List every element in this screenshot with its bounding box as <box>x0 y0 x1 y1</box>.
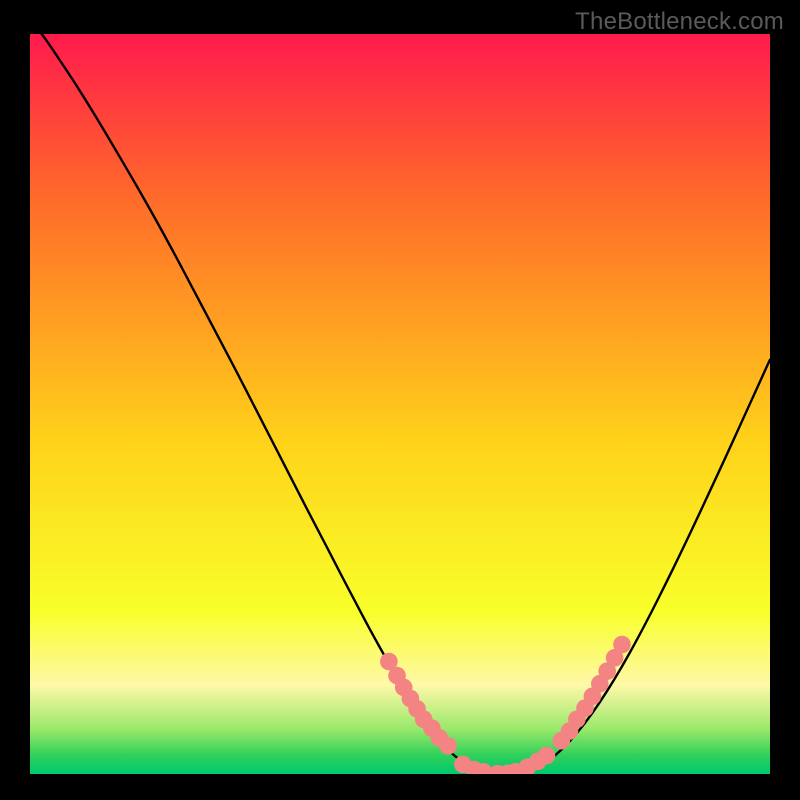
watermark-text: TheBottleneck.com <box>575 8 784 36</box>
chart-svg <box>30 34 770 774</box>
data-point <box>613 636 631 654</box>
plot-area <box>30 34 770 774</box>
gradient-background <box>30 34 770 774</box>
data-point <box>538 747 556 765</box>
chart-frame: TheBottleneck.com <box>0 0 800 800</box>
data-point <box>439 737 457 755</box>
